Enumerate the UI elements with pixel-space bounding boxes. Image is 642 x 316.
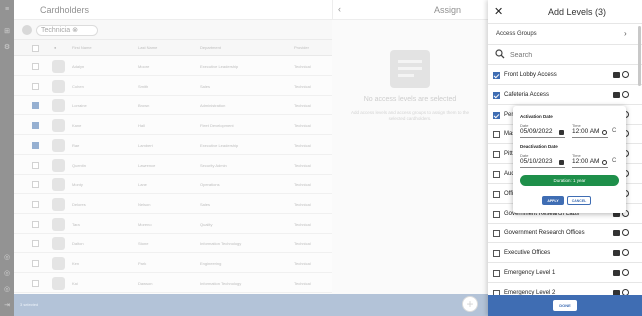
close-icon[interactable]: ✕	[494, 5, 503, 18]
panel-footer: DONE	[488, 295, 642, 316]
access-level-item[interactable]: Cafeteria Access	[488, 86, 642, 105]
access-level-checkbox[interactable]	[493, 151, 500, 159]
clock-icon[interactable]	[622, 71, 629, 78]
search-bar	[488, 45, 642, 65]
clock-icon[interactable]	[622, 269, 629, 276]
clear-activation-icon[interactable]: C	[612, 128, 616, 134]
access-level-checkbox[interactable]	[493, 250, 500, 258]
activation-time-field[interactable]: 12:00 AM	[572, 128, 599, 135]
access-level-checkbox[interactable]	[493, 111, 500, 119]
clock-icon[interactable]	[622, 249, 629, 257]
deactivation-time-underline	[572, 167, 608, 168]
access-groups-label: Access Groups	[496, 31, 537, 37]
access-level-checkbox[interactable]	[493, 210, 500, 218]
panel-header: ✕ Add Levels (3)	[488, 0, 642, 24]
search-input[interactable]	[510, 49, 630, 61]
clear-deactivation-icon[interactable]: C	[612, 158, 616, 164]
calendar-icon[interactable]	[559, 130, 564, 135]
calendar-icon[interactable]	[613, 270, 620, 276]
calendar-icon[interactable]	[613, 250, 620, 257]
access-level-checkbox[interactable]	[493, 91, 500, 99]
access-level-item[interactable]: Emergency Level 1	[488, 264, 642, 283]
activation-time-underline	[572, 137, 608, 138]
deactivation-title: Deactivation Date	[520, 144, 558, 149]
access-level-item[interactable]: Executive Offices	[488, 244, 642, 264]
cancel-button[interactable]: CANCEL	[567, 196, 591, 205]
chevron-right-icon: ›	[624, 29, 627, 38]
access-level-checkbox[interactable]	[493, 270, 500, 277]
date-range-popup: Activation Date Date 05/09/2022 Time 12:…	[513, 106, 626, 213]
calendar-icon[interactable]	[613, 72, 620, 78]
access-level-checkbox[interactable]	[493, 230, 500, 238]
clock-icon[interactable]	[622, 229, 629, 237]
done-button[interactable]: DONE	[553, 300, 577, 311]
calendar-icon[interactable]	[613, 230, 620, 237]
clock-icon[interactable]	[602, 130, 607, 135]
access-level-label: Front Lobby Access	[504, 72, 557, 78]
access-level-checkbox[interactable]	[493, 131, 500, 139]
access-level-label: Government Research Offices	[504, 230, 585, 237]
dim-overlay[interactable]	[0, 0, 488, 316]
deactivation-time-field[interactable]: 12:00 AM	[572, 158, 599, 165]
access-level-label: Emergency Level 1	[504, 270, 556, 276]
calendar-icon[interactable]	[613, 91, 620, 98]
activation-date-underline	[520, 137, 565, 138]
deactivation-date-underline	[520, 167, 565, 168]
activation-title: Activation Date	[520, 114, 553, 119]
clock-icon[interactable]	[602, 160, 607, 165]
deactivation-date-field[interactable]: 05/10/2023	[520, 158, 553, 165]
access-level-item[interactable]: Government Research Offices	[488, 224, 642, 244]
access-groups-row[interactable]: Access Groups ›	[488, 24, 642, 45]
access-level-checkbox[interactable]	[493, 72, 500, 79]
panel-scrollbar[interactable]	[638, 26, 641, 86]
access-level-label: Executive Offices	[504, 250, 551, 257]
access-level-item[interactable]: Emergency Level 2	[488, 284, 642, 295]
access-level-label: Cafeteria Access	[504, 91, 550, 98]
access-level-checkbox[interactable]	[493, 190, 500, 198]
access-level-item[interactable]: Front Lobby Access	[488, 66, 642, 85]
clock-icon[interactable]	[622, 90, 629, 98]
calendar-icon[interactable]	[559, 160, 564, 165]
apply-button[interactable]: APPLY	[542, 196, 564, 205]
access-level-checkbox[interactable]	[493, 171, 500, 178]
search-icon	[495, 49, 505, 59]
panel-title: Add Levels (3)	[547, 7, 607, 17]
activation-date-field[interactable]: 05/09/2022	[520, 128, 553, 135]
duration-badge: Duration: 1 year	[520, 175, 619, 186]
